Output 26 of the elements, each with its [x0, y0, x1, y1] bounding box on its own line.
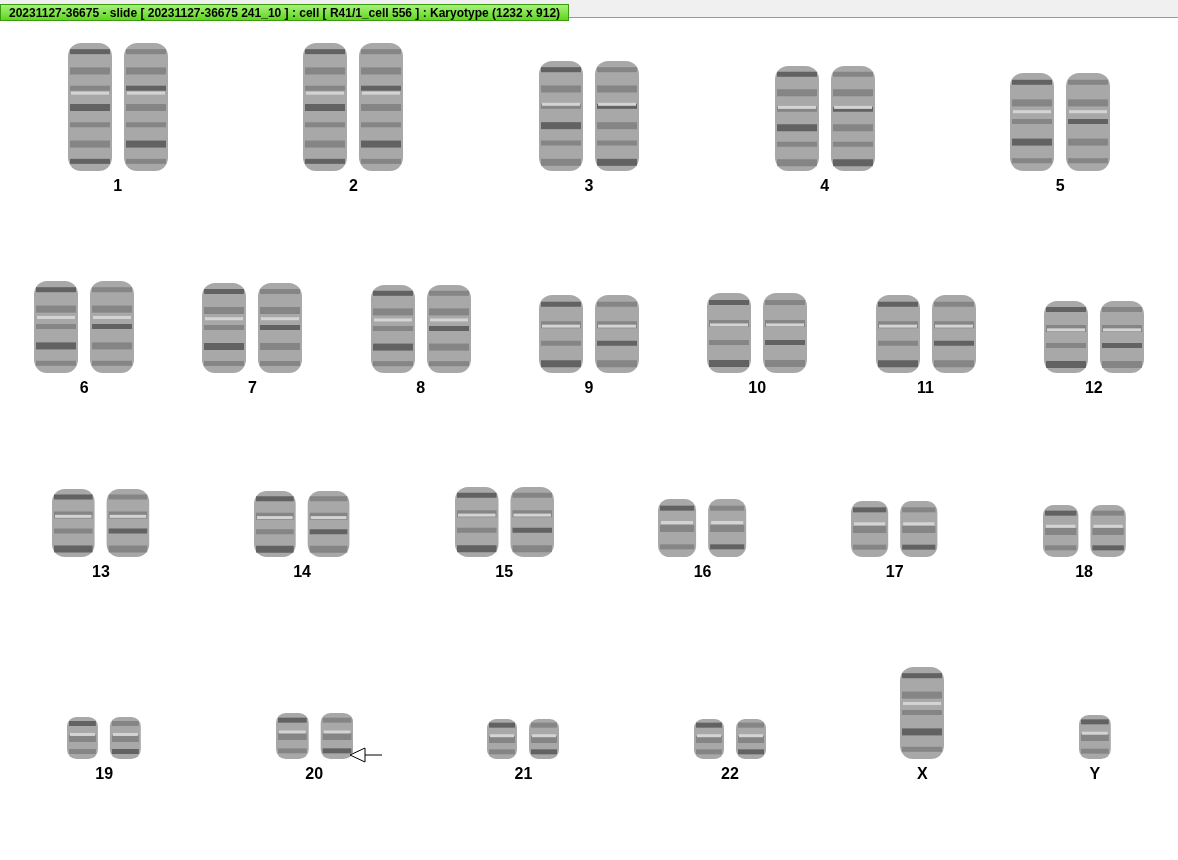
chromosome-number: Y [1089, 765, 1101, 783]
chromosome-number: 19 [95, 765, 114, 783]
chromosome-number: 4 [820, 177, 830, 195]
chromosome-number: 5 [1055, 177, 1065, 195]
chromosome-number: 2 [348, 177, 358, 195]
chromosome-number: 18 [1075, 563, 1093, 581]
chromosome-number: 9 [584, 379, 594, 397]
chromosome-number: 12 [1084, 379, 1103, 397]
chromosome-number: 11 [917, 379, 934, 397]
chromosome-number: 3 [584, 177, 594, 195]
chromosome-number: 15 [495, 563, 514, 581]
chromosome-number: 14 [293, 563, 311, 581]
chromosome-number: 1 [113, 177, 123, 195]
chromosome-number: X [917, 765, 928, 783]
window-title: 20231127-36675 - slide [ 20231127-36675 241_10 ] : cell [ R41/1_cell 556 ] : Karyotype (1232 x 912) [0, 4, 570, 21]
chromosome-number: 22 [721, 765, 739, 783]
chromosome-number: 8 [416, 379, 426, 397]
chromosome-number: 13 [92, 563, 110, 581]
chromosome-number: 21 [514, 765, 533, 783]
chromosome-number: 7 [247, 379, 257, 397]
chromosome-number: 10 [748, 379, 767, 397]
chromosome-number: 16 [693, 563, 712, 581]
chromosome-number: 20 [305, 765, 324, 783]
chromosome-number: 17 [885, 563, 904, 581]
chromosome-number: 6 [79, 379, 89, 397]
chromosome-drawing [1078, 715, 1111, 759]
